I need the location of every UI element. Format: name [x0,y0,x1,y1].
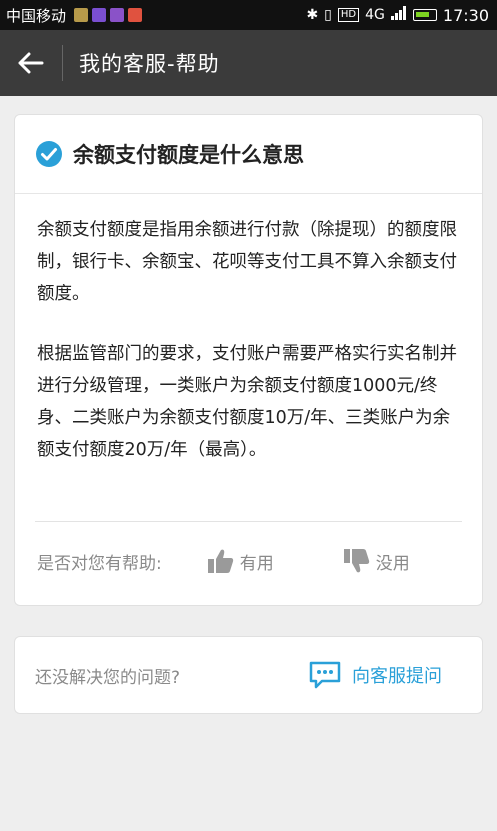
hd-badge: HD [337,8,360,22]
faq-paragraph: 根据监管部门的要求，支付账户需要严格实行实名制并进行分级管理，一类账户为余额支付… [37,344,457,460]
status-icons: ✱ ▯ HD 4G 17:30 [306,6,489,25]
battery-icon [412,9,437,21]
status-bar: 中国移动 ✱ ▯ HD 4G 17:30 [0,0,497,30]
notification-icons [74,8,143,22]
faq-card: 余额支付额度是什么意思 余额支付额度是指用余额进行付款（除提现）的额度限制，银行… [14,114,483,606]
feedback-question: 是否对您有帮助: [37,553,162,574]
app-notification-icon [110,8,125,22]
app-bar: 我的客服-帮助 [0,30,497,96]
app-notification-icon [74,8,89,22]
arrow-left-icon [18,52,44,74]
unresolved-prompt: 还没解决您的问题? [35,667,181,688]
network-label: 4G [365,7,385,23]
back-button[interactable] [0,30,62,96]
faq-paragraph: 余额支付额度是指用余额进行付款（除提现）的额度限制，银行卡、余额宝、花呗等支付工… [37,220,457,304]
helpful-label: 有用 [239,553,274,574]
not-helpful-label: 没用 [375,553,410,574]
ask-agent-button[interactable]: 向客服提问 [308,661,442,689]
divider [35,521,462,522]
carrier-label: 中国移动 [6,6,67,25]
ask-card: 还没解决您的问题? 向客服提问 [14,636,483,714]
chat-bubble-icon [309,661,341,689]
bluetooth-icon: ✱ [306,7,319,23]
faq-title: 余额支付额度是什么意思 [73,143,304,167]
not-helpful-button[interactable]: 没用 [342,547,410,575]
feedback-row: 是否对您有帮助: 有用 没用 [37,539,462,583]
helpful-button[interactable]: 有用 [206,547,274,575]
thumbs-down-icon [343,549,369,573]
vibrate-icon: ▯ [324,7,332,23]
check-circle-icon [36,141,62,167]
page-title: 我的客服-帮助 [79,52,220,76]
faq-header: 余额支付额度是什么意思 [15,115,482,194]
app-notification-icon [128,8,143,22]
faq-body: 余额支付额度是指用余额进行付款（除提现）的额度限制，银行卡、余额宝、花呗等支付工… [15,194,482,466]
ask-agent-label: 向客服提问 [352,666,442,687]
thumbs-up-icon [207,549,233,573]
app-notification-icon [92,8,107,22]
signal-icon [390,6,407,24]
appbar-divider [62,45,63,81]
clock: 17:30 [442,5,489,25]
